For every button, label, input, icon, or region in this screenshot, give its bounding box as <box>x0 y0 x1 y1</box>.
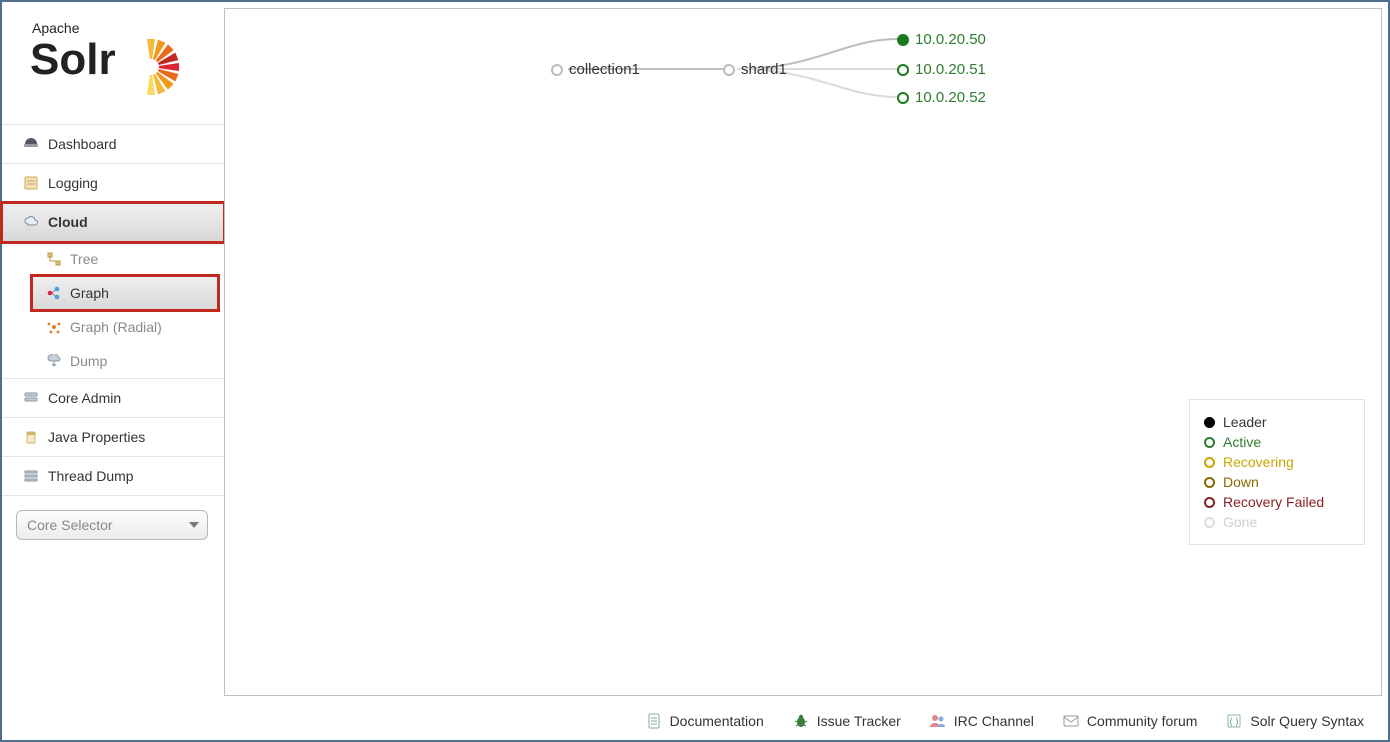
nav-logging-label: Logging <box>48 175 98 191</box>
legend-recovery-failed: Recovery Failed <box>1204 494 1350 510</box>
legend-recovering: Recovering <box>1204 454 1350 470</box>
graph-shard-label: shard1 <box>741 61 787 78</box>
nav-dashboard[interactable]: Dashboard <box>2 125 224 164</box>
nav-cloud[interactable]: Cloud <box>2 203 224 242</box>
footer-documentation[interactable]: Documentation <box>645 712 764 730</box>
circle-marker-icon <box>551 64 563 76</box>
core-selector-placeholder: Core Selector <box>27 517 113 533</box>
footer-irc-channel[interactable]: IRC Channel <box>929 712 1034 730</box>
dashboard-icon <box>22 135 40 153</box>
mail-icon <box>1062 712 1080 730</box>
core-selector-wrap: Core Selector <box>2 496 224 554</box>
bug-icon <box>792 712 810 730</box>
graph-radial-icon <box>46 319 62 335</box>
cloud-icon <box>22 213 40 231</box>
nav-java-properties-label: Java Properties <box>48 429 145 445</box>
nav-logging[interactable]: Logging <box>2 164 224 203</box>
legend-gone-label: Gone <box>1223 514 1257 530</box>
users-icon <box>929 712 947 730</box>
thread-dump-icon <box>22 467 40 485</box>
leader-marker-icon <box>897 34 909 46</box>
cloud-graph: collection1 shard1 10.0.20.50 10.0.20.51… <box>225 9 1381 695</box>
active-marker-icon <box>897 92 909 104</box>
active-marker-icon <box>897 64 909 76</box>
graph-legend: Leader Active Recovering Down Recovery F… <box>1189 399 1365 545</box>
circle-marker-icon <box>723 64 735 76</box>
graph-node-replica-0[interactable]: 10.0.20.50 <box>897 31 986 48</box>
footer-issue-tracker[interactable]: Issue Tracker <box>792 712 901 730</box>
graph-replica-1-label: 10.0.20.51 <box>915 61 986 78</box>
logo-text: Apache Solr <box>30 20 216 99</box>
legend-gone: Gone <box>1204 514 1350 530</box>
subnav-graph[interactable]: Graph <box>32 276 218 310</box>
jar-icon <box>22 428 40 446</box>
subnav-graph-radial[interactable]: Graph (Radial) <box>2 310 224 344</box>
subnav-graph-radial-label: Graph (Radial) <box>70 319 162 335</box>
cloud-subnav: Tree Graph Graph (Radial) Dump <box>2 242 224 379</box>
footer-irc-channel-label: IRC Channel <box>954 713 1034 729</box>
footer-solr-query-syntax[interactable]: () Solr Query Syntax <box>1225 712 1364 730</box>
legend-down-label: Down <box>1223 474 1259 490</box>
svg-text:(): () <box>1228 717 1240 728</box>
legend-down: Down <box>1204 474 1350 490</box>
nav-thread-dump[interactable]: Thread Dump <box>2 457 224 496</box>
sidebar: Apache Solr <box>2 2 224 702</box>
graph-node-replica-1[interactable]: 10.0.20.51 <box>897 61 986 78</box>
footer-issue-tracker-label: Issue Tracker <box>817 713 901 729</box>
brand-solr: Solr <box>30 38 116 82</box>
leader-dot-icon <box>1204 417 1215 428</box>
graph-node-collection[interactable]: collection1 <box>551 61 640 78</box>
sun-icon <box>122 38 180 99</box>
subnav-dump[interactable]: Dump <box>2 344 224 378</box>
footer-community-forum[interactable]: Community forum <box>1062 712 1197 730</box>
subnav-graph-label: Graph <box>70 285 109 301</box>
footer: Documentation Issue Tracker IRC Channel … <box>2 702 1388 740</box>
nav: Dashboard Logging Cloud Tree <box>2 124 224 496</box>
down-dot-icon <box>1204 477 1215 488</box>
gone-dot-icon <box>1204 517 1215 528</box>
nav-thread-dump-label: Thread Dump <box>48 468 134 484</box>
graph-lines <box>225 9 1383 697</box>
graph-node-shard[interactable]: shard1 <box>723 61 787 78</box>
legend-leader-label: Leader <box>1223 414 1267 430</box>
nav-dashboard-label: Dashboard <box>48 136 117 152</box>
graph-replica-0-label: 10.0.20.50 <box>915 31 986 48</box>
recfail-dot-icon <box>1204 497 1215 508</box>
doc-icon <box>645 712 663 730</box>
subnav-dump-label: Dump <box>70 353 107 369</box>
nav-core-admin[interactable]: Core Admin <box>2 379 224 418</box>
content: collection1 shard1 10.0.20.50 10.0.20.51… <box>224 8 1382 696</box>
graph-icon <box>46 285 62 301</box>
subnav-tree-label: Tree <box>70 251 98 267</box>
core-admin-icon <box>22 389 40 407</box>
nav-core-admin-label: Core Admin <box>48 390 121 406</box>
graph-collection-label: collection1 <box>569 61 640 78</box>
brand-apache: Apache <box>32 20 216 36</box>
legend-leader: Leader <box>1204 414 1350 430</box>
query-icon: () <box>1225 712 1243 730</box>
logo: Apache Solr <box>2 2 224 124</box>
legend-recovering-label: Recovering <box>1223 454 1294 470</box>
logging-icon <box>22 174 40 192</box>
active-dot-icon <box>1204 437 1215 448</box>
core-selector[interactable]: Core Selector <box>16 510 208 540</box>
footer-documentation-label: Documentation <box>670 713 764 729</box>
nav-cloud-label: Cloud <box>48 214 88 230</box>
dump-icon <box>46 353 62 369</box>
legend-active: Active <box>1204 434 1350 450</box>
nav-java-properties[interactable]: Java Properties <box>2 418 224 457</box>
footer-solr-query-syntax-label: Solr Query Syntax <box>1250 713 1364 729</box>
footer-community-forum-label: Community forum <box>1087 713 1197 729</box>
graph-replica-2-label: 10.0.20.52 <box>915 89 986 106</box>
recovering-dot-icon <box>1204 457 1215 468</box>
graph-node-replica-2[interactable]: 10.0.20.52 <box>897 89 986 106</box>
subnav-tree[interactable]: Tree <box>2 242 224 276</box>
tree-icon <box>46 251 62 267</box>
legend-recovery-failed-label: Recovery Failed <box>1223 494 1324 510</box>
legend-active-label: Active <box>1223 434 1261 450</box>
